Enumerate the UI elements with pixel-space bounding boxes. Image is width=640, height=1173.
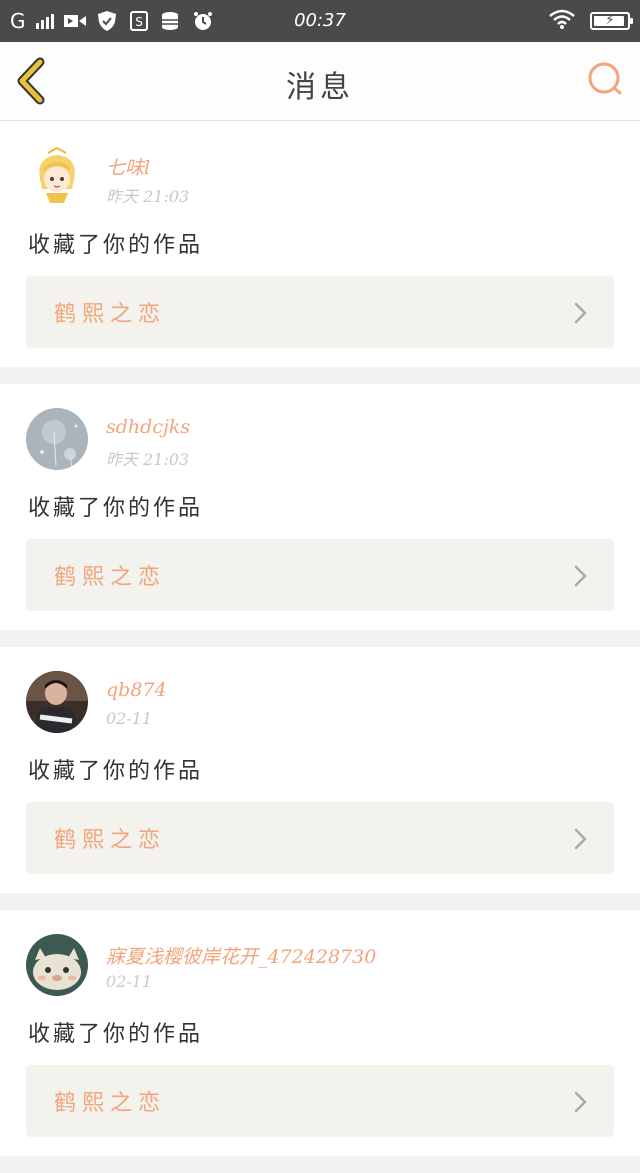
username[interactable]: 七味l bbox=[106, 153, 150, 180]
work-title: 鹤熙之恋 bbox=[54, 302, 167, 327]
message-time: 02-11 bbox=[106, 972, 153, 991]
list-item: qb874 02-11 收藏了你的作品 鹤熙之恋 bbox=[0, 647, 640, 893]
battery-icon: ⚡ bbox=[590, 12, 633, 30]
search-icon[interactable] bbox=[586, 60, 626, 100]
chevron-right-icon bbox=[574, 1091, 587, 1113]
wifi-icon bbox=[548, 9, 576, 33]
avatar[interactable] bbox=[26, 408, 88, 470]
action-text: 收藏了你的作品 bbox=[28, 1022, 204, 1047]
status-right: ⚡ bbox=[548, 9, 633, 33]
work-link[interactable]: 鹤熙之恋 bbox=[26, 539, 614, 611]
status-time: 00:37 bbox=[294, 10, 346, 31]
list-item: 七味l 昨天 21:03 收藏了你的作品 鹤熙之恋 bbox=[0, 121, 640, 367]
message-list: 七味l 昨天 21:03 收藏了你的作品 鹤熙之恋 sdhdcjks 昨天 21… bbox=[0, 121, 640, 1173]
nav-bar: 消息 bbox=[0, 42, 640, 121]
action-text: 收藏了你的作品 bbox=[28, 759, 204, 784]
list-item: sdhdcjks 昨天 21:03 收藏了你的作品 鹤熙之恋 bbox=[0, 384, 640, 630]
work-link[interactable]: 鹤熙之恋 bbox=[26, 1065, 614, 1137]
message-time: 02-11 bbox=[106, 709, 153, 728]
chevron-right-icon bbox=[574, 565, 587, 587]
work-title: 鹤熙之恋 bbox=[54, 1091, 167, 1116]
action-text: 收藏了你的作品 bbox=[28, 496, 204, 521]
work-title: 鹤熙之恋 bbox=[54, 828, 167, 853]
username[interactable]: 寐夏浅樱彼岸花开_472428730 bbox=[106, 942, 376, 969]
avatar[interactable] bbox=[26, 934, 88, 996]
username[interactable]: sdhdcjks bbox=[106, 416, 190, 438]
message-time: 昨天 21:03 bbox=[106, 450, 190, 469]
page-title: 消息 bbox=[286, 70, 354, 105]
avatar[interactable] bbox=[26, 145, 88, 207]
work-title: 鹤熙之恋 bbox=[54, 565, 167, 590]
action-text: 收藏了你的作品 bbox=[28, 233, 204, 258]
work-link[interactable]: 鹤熙之恋 bbox=[26, 276, 614, 348]
avatar[interactable] bbox=[26, 671, 88, 733]
chevron-right-icon bbox=[574, 302, 587, 324]
status-bar: G S 00:37 ⚡ bbox=[0, 0, 640, 42]
username[interactable]: qb874 bbox=[106, 679, 167, 701]
chevron-right-icon bbox=[574, 828, 587, 850]
work-link[interactable]: 鹤熙之恋 bbox=[26, 802, 614, 874]
list-item: 寐夏浅樱彼岸花开_472428730 02-11 收藏了你的作品 鹤熙之恋 bbox=[0, 910, 640, 1156]
message-time: 昨天 21:03 bbox=[106, 187, 190, 206]
